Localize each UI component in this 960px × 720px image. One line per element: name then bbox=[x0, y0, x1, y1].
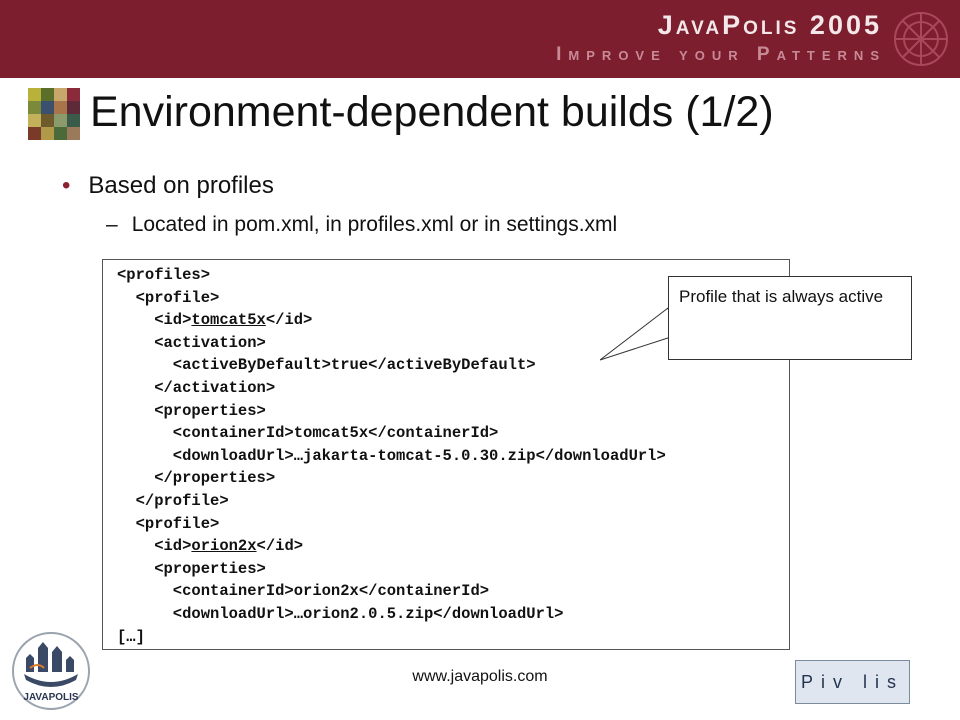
mosaic-tile bbox=[28, 114, 41, 127]
javapolis-emblem-icon bbox=[894, 12, 948, 66]
profile-id: orion2x bbox=[191, 537, 257, 556]
mosaic-tile bbox=[41, 88, 54, 101]
code-line: <downloadUrl>…jakarta-tomcat-5.0.30.zip<… bbox=[117, 446, 666, 465]
code-line: </activation> bbox=[117, 378, 276, 397]
mosaic-tile bbox=[41, 127, 54, 140]
mosaic-tile bbox=[28, 101, 41, 114]
pivolis-logo-text: Piv lis bbox=[800, 671, 904, 692]
brand-tagline: Improve your Patterns bbox=[556, 44, 886, 65]
mosaic-tile bbox=[28, 127, 41, 140]
mosaic-tile bbox=[67, 88, 80, 101]
bullet-level2: – Located in pom.xml, in profiles.xml or … bbox=[106, 213, 617, 237]
callout-note: Profile that is always active bbox=[668, 276, 912, 360]
mosaic-tile bbox=[67, 127, 80, 140]
mosaic-tile bbox=[67, 101, 80, 114]
mosaic-tile bbox=[54, 114, 67, 127]
mosaic-tile bbox=[28, 88, 41, 101]
mosaic-tile bbox=[54, 88, 67, 101]
code-line: <properties> bbox=[117, 401, 266, 420]
bullet-level1: • Based on profiles bbox=[62, 172, 274, 200]
code-line: <id>orion2x</id> bbox=[117, 537, 304, 556]
profile-id: tomcat5x bbox=[191, 311, 266, 330]
code-line: </profile> bbox=[117, 491, 229, 510]
title-mosaic-icon bbox=[28, 88, 80, 140]
mosaic-tile bbox=[54, 101, 67, 114]
bullet-level2-text: Located in pom.xml, in profiles.xml or i… bbox=[131, 213, 618, 236]
code-line: <containerId>orion2x</containerId> bbox=[117, 582, 490, 601]
mosaic-tile bbox=[41, 101, 54, 114]
javapolis-logo-text: JAVAPOLIS bbox=[23, 692, 79, 703]
header-banner: JavaPolis 2005 Improve your Patterns bbox=[0, 0, 960, 78]
code-line: <profile> bbox=[117, 514, 220, 533]
code-line: <downloadUrl>…orion2.0.5.zip</downloadUr… bbox=[117, 604, 564, 623]
mosaic-tile bbox=[41, 114, 54, 127]
code-line: <properties> bbox=[117, 559, 266, 578]
code-line: […] bbox=[117, 627, 145, 646]
brand-title: JavaPolis 2005 bbox=[657, 10, 882, 40]
code-line: <containerId>tomcat5x</containerId> bbox=[117, 424, 499, 443]
bullet-level1-text: Based on profiles bbox=[88, 172, 274, 199]
pivolis-logo: Piv lis bbox=[795, 660, 910, 704]
slide-title: Environment-dependent builds (1/2) bbox=[90, 88, 774, 136]
mosaic-tile bbox=[67, 114, 80, 127]
bullet-dot-icon: • bbox=[62, 172, 71, 199]
mosaic-tile bbox=[54, 127, 67, 140]
code-line: </properties> bbox=[117, 469, 276, 488]
bullet-dash-icon: – bbox=[106, 213, 118, 236]
